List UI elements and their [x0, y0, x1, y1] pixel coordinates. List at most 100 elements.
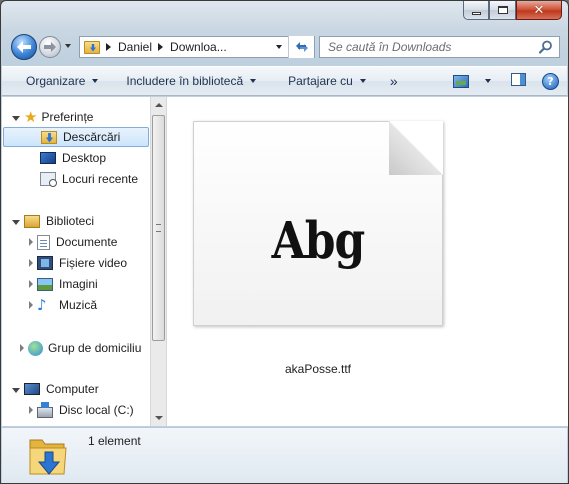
arrow-left-icon	[17, 41, 31, 53]
close-icon: ✕	[533, 2, 545, 18]
breadcrumb-downloads[interactable]: Downloa...	[170, 40, 227, 54]
desktop-icon	[40, 152, 56, 164]
chevron-down-icon	[92, 79, 99, 83]
nav-computer-label: Computer	[46, 382, 99, 396]
expander-open-icon[interactable]	[12, 219, 20, 225]
file-name[interactable]: akaPosse.ttf	[167, 362, 469, 376]
file-item[interactable]: Abg akaPosse.ttf	[167, 97, 469, 387]
nav-homegroup-label: Grup de domiciliu	[48, 341, 142, 355]
include-label: Includere în bibliotecă	[126, 74, 244, 88]
breadcrumb-daniel[interactable]: Daniel	[118, 40, 152, 54]
scroll-down-icon[interactable]	[155, 416, 163, 420]
view-options-dropdown[interactable]	[485, 79, 491, 83]
arrow-right-icon	[44, 42, 56, 52]
documents-icon	[37, 234, 50, 250]
help-button[interactable]: ?	[542, 72, 559, 90]
content-edge	[561, 97, 568, 426]
picture-icon	[37, 277, 53, 291]
recent-pages-dropdown[interactable]	[65, 44, 71, 48]
nav-pictures[interactable]: Imagini	[29, 274, 98, 294]
nav-documents[interactable]: Documente	[29, 232, 117, 252]
downloads-folder-large-icon	[28, 434, 68, 481]
address-dropdown-button[interactable]	[270, 37, 288, 57]
address-row: Daniel Downloa... Se caută în Downloads	[1, 31, 568, 63]
expander-closed-icon[interactable]	[29, 406, 33, 414]
libraries-icon	[24, 214, 40, 228]
nav-local-disk-label: Disc local (C:)	[59, 403, 134, 417]
breadcrumb-separator-icon[interactable]	[158, 43, 164, 51]
preview-pane-icon	[511, 73, 526, 86]
nav-local-disk[interactable]: Disc local (C:)	[29, 400, 134, 420]
homegroup-icon	[28, 340, 43, 356]
minimize-icon	[471, 11, 481, 15]
nav-pictures-label: Imagini	[59, 277, 98, 291]
video-film-icon	[37, 256, 53, 270]
organize-label: Organizare	[26, 74, 86, 88]
hard-drive-icon	[37, 401, 53, 418]
nav-music-label: Muzică	[59, 298, 98, 312]
expander-closed-icon[interactable]	[29, 259, 33, 267]
organize-menu-button[interactable]: Organizare	[2, 67, 108, 95]
expander-closed-icon[interactable]	[20, 344, 24, 352]
nav-music[interactable]: ♪ Muzică	[29, 295, 97, 315]
details-pane: 1 element	[2, 427, 567, 483]
font-preview-text: Abg	[271, 212, 366, 271]
scroll-up-icon[interactable]	[155, 103, 163, 107]
maximize-icon	[497, 6, 508, 14]
nav-libraries[interactable]: Biblioteci	[12, 211, 94, 231]
help-icon: ?	[542, 72, 559, 90]
expander-open-icon[interactable]	[12, 387, 20, 393]
more-commands-button[interactable]: »	[376, 67, 408, 95]
search-placeholder: Se caută în Downloads	[328, 40, 452, 54]
chevron-down-icon	[359, 79, 366, 83]
nav-desktop-label: Desktop	[62, 151, 107, 165]
preview-pane-button[interactable]	[511, 73, 526, 89]
search-input[interactable]: Se caută în Downloads	[319, 36, 560, 58]
change-view-button[interactable]	[453, 74, 491, 88]
explorer-window: ✕ Daniel Downloa... Se caută în Download…	[0, 0, 569, 484]
refresh-icon	[295, 42, 308, 52]
minimize-button[interactable]	[463, 1, 489, 20]
expander-open-icon[interactable]	[12, 115, 20, 121]
view-controls: ?	[453, 67, 559, 95]
chevron-down-icon	[250, 79, 257, 83]
refresh-button[interactable]	[288, 36, 314, 58]
nav-videos[interactable]: Fișiere video	[29, 253, 127, 273]
nav-desktop[interactable]: Desktop	[40, 148, 106, 168]
expander-closed-icon[interactable]	[29, 280, 33, 288]
search-icon[interactable]	[539, 40, 553, 54]
scrollbar-thumb[interactable]	[152, 115, 165, 341]
breadcrumb-separator-icon[interactable]	[106, 43, 111, 51]
share-with-button[interactable]: Partajare cu	[266, 67, 376, 95]
nav-computer[interactable]: Computer	[12, 379, 99, 399]
nav-homegroup[interactable]: Grup de domiciliu	[20, 338, 141, 358]
navigation-scrollbar[interactable]	[150, 97, 167, 426]
back-button[interactable]	[11, 34, 37, 60]
view-icon	[453, 74, 469, 88]
nav-recent-places[interactable]: Locuri recente	[40, 169, 138, 189]
maximize-button[interactable]	[489, 1, 516, 20]
nav-favorites[interactable]: ★ Preferințe	[12, 107, 93, 127]
address-bar[interactable]: Daniel Downloa...	[79, 36, 315, 58]
close-button[interactable]: ✕	[516, 1, 562, 20]
more-label: »	[389, 73, 398, 89]
expander-closed-icon[interactable]	[29, 238, 33, 246]
nav-videos-label: Fișiere video	[59, 256, 128, 270]
forward-button[interactable]	[39, 36, 61, 58]
downloads-folder-icon	[41, 130, 57, 144]
share-label: Partajare cu	[288, 74, 353, 88]
file-list: Abg akaPosse.ttf	[167, 97, 561, 426]
computer-icon	[24, 383, 40, 395]
expander-closed-icon[interactable]	[29, 301, 33, 309]
nav-favorites-label: Preferințe	[41, 110, 94, 124]
nav-downloads[interactable]: Descărcări	[3, 127, 149, 147]
include-in-library-button[interactable]: Includere în bibliotecă	[108, 67, 266, 95]
nav-libraries-label: Biblioteci	[46, 214, 95, 228]
nav-recent-label: Locuri recente	[62, 172, 139, 186]
item-count: 1 element	[88, 434, 141, 448]
navigation-pane: ★ Preferințe Descărcări Desktop Locuri r…	[2, 97, 150, 426]
folder-icon	[84, 40, 100, 54]
font-file-thumbnail[interactable]: Abg	[193, 121, 443, 326]
nav-downloads-label: Descărcări	[63, 130, 121, 144]
recent-places-icon	[40, 172, 57, 187]
